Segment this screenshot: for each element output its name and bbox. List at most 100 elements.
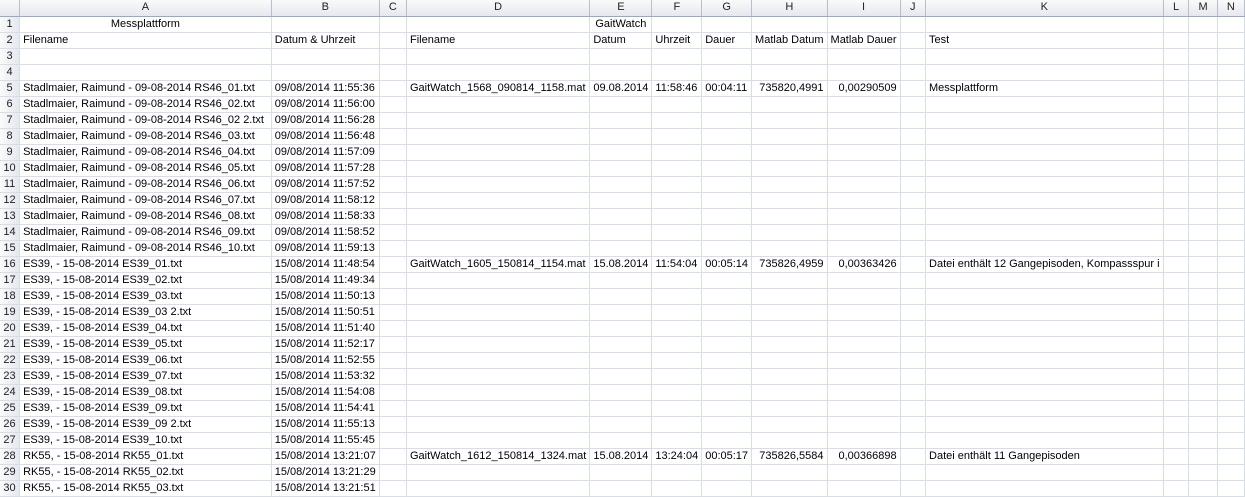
cell-f17[interactable] xyxy=(651,272,703,289)
cell-f11[interactable] xyxy=(651,176,703,193)
cell-e30[interactable] xyxy=(589,480,653,497)
cell-e28[interactable]: 15.08.2014 xyxy=(589,448,653,465)
cell-b5[interactable]: 09/08/2014 11:55:36 xyxy=(271,80,380,97)
cell-h9[interactable] xyxy=(751,144,828,161)
cell-e21[interactable] xyxy=(589,336,653,353)
cell-g9[interactable] xyxy=(701,144,753,161)
row-header[interactable]: 5 xyxy=(0,80,21,97)
cell-i15[interactable] xyxy=(827,240,901,257)
cell-b19[interactable]: 15/08/2014 11:50:51 xyxy=(271,304,380,321)
cell-n10[interactable] xyxy=(1217,160,1245,177)
cell-e5[interactable]: 09.08.2014 xyxy=(589,80,653,97)
cell-f20[interactable] xyxy=(651,320,703,337)
cell-a24[interactable]: ES39, - 15-08-2014 ES39_08.txt xyxy=(19,384,272,401)
row-header[interactable]: 19 xyxy=(0,304,21,321)
cell-f2[interactable]: Uhrzeit xyxy=(651,32,703,49)
cell-c13[interactable] xyxy=(379,208,407,225)
cell-b23[interactable]: 15/08/2014 11:53:32 xyxy=(271,368,380,385)
cell-g27[interactable] xyxy=(701,432,753,449)
cell-m6[interactable] xyxy=(1188,96,1218,113)
cell-d8[interactable] xyxy=(406,128,591,145)
cell-j15[interactable] xyxy=(900,240,927,257)
cell-k11[interactable] xyxy=(925,176,1164,193)
cell-k26[interactable] xyxy=(925,416,1164,433)
cell-g26[interactable] xyxy=(701,416,753,433)
row-header[interactable]: 23 xyxy=(0,368,21,385)
cell-e10[interactable] xyxy=(589,160,653,177)
cell-l16[interactable] xyxy=(1163,256,1190,273)
cell-m28[interactable] xyxy=(1188,448,1218,465)
cell-e19[interactable] xyxy=(589,304,653,321)
cell-c7[interactable] xyxy=(379,112,407,129)
cell-f29[interactable] xyxy=(651,464,703,481)
row-header[interactable]: 11 xyxy=(0,176,21,193)
cell-g8[interactable] xyxy=(701,128,753,145)
cell-d3[interactable] xyxy=(406,48,591,65)
cell-k20[interactable] xyxy=(925,320,1164,337)
cell-c14[interactable] xyxy=(379,224,407,241)
cell-a3[interactable] xyxy=(19,48,272,65)
cell-g10[interactable] xyxy=(701,160,753,177)
cell-a26[interactable]: ES39, - 15-08-2014 ES39_09 2.txt xyxy=(19,416,272,433)
cell-i18[interactable] xyxy=(827,288,901,305)
cell-l13[interactable] xyxy=(1163,208,1190,225)
cell-l22[interactable] xyxy=(1163,352,1190,369)
cell-f22[interactable] xyxy=(651,352,703,369)
cell-k29[interactable] xyxy=(925,464,1164,481)
cell-i25[interactable] xyxy=(827,400,901,417)
cell-c28[interactable] xyxy=(379,448,407,465)
cell-n4[interactable] xyxy=(1217,64,1245,81)
cell-j7[interactable] xyxy=(900,112,927,129)
cell-j22[interactable] xyxy=(900,352,927,369)
cell-i13[interactable] xyxy=(827,208,901,225)
cell-a21[interactable]: ES39, - 15-08-2014 ES39_05.txt xyxy=(19,336,272,353)
cell-n22[interactable] xyxy=(1217,352,1245,369)
cell-j21[interactable] xyxy=(900,336,927,353)
cell-i17[interactable] xyxy=(827,272,901,289)
cell-a18[interactable]: ES39, - 15-08-2014 ES39_03.txt xyxy=(19,288,272,305)
cell-n11[interactable] xyxy=(1217,176,1245,193)
cell-c4[interactable] xyxy=(379,64,407,81)
cell-m25[interactable] xyxy=(1188,400,1218,417)
row-header[interactable]: 8 xyxy=(0,128,21,145)
row-header[interactable]: 4 xyxy=(0,64,21,81)
cell-h7[interactable] xyxy=(751,112,828,129)
cell-d19[interactable] xyxy=(406,304,591,321)
cell-n13[interactable] xyxy=(1217,208,1245,225)
row-header[interactable]: 12 xyxy=(0,192,21,209)
cell-i2[interactable]: Matlab Dauer xyxy=(827,32,901,49)
row-header[interactable]: 28 xyxy=(0,448,21,465)
cell-g16[interactable]: 00:05:14 xyxy=(701,256,753,273)
cell-i6[interactable] xyxy=(827,96,901,113)
cell-i21[interactable] xyxy=(827,336,901,353)
cell-b20[interactable]: 15/08/2014 11:51:40 xyxy=(271,320,380,337)
cell-n21[interactable] xyxy=(1217,336,1245,353)
cell-g30[interactable] xyxy=(701,480,753,497)
cell-d7[interactable] xyxy=(406,112,591,129)
cell-m11[interactable] xyxy=(1188,176,1218,193)
cell-k24[interactable] xyxy=(925,384,1164,401)
cell-d24[interactable] xyxy=(406,384,591,401)
cell-k16[interactable]: Datei enthält 12 Gangepisoden, Kompasssp… xyxy=(925,256,1164,273)
cell-j18[interactable] xyxy=(900,288,927,305)
cell-e8[interactable] xyxy=(589,128,653,145)
cell-i27[interactable] xyxy=(827,432,901,449)
cell-i4[interactable] xyxy=(827,64,901,81)
cell-m18[interactable] xyxy=(1188,288,1218,305)
cell-d26[interactable] xyxy=(406,416,591,433)
row-header[interactable]: 21 xyxy=(0,336,21,353)
cell-a17[interactable]: ES39, - 15-08-2014 ES39_02.txt xyxy=(19,272,272,289)
cell-l9[interactable] xyxy=(1163,144,1190,161)
cell-j3[interactable] xyxy=(900,48,927,65)
cell-f21[interactable] xyxy=(651,336,703,353)
cell-b21[interactable]: 15/08/2014 11:52:17 xyxy=(271,336,380,353)
cell-j14[interactable] xyxy=(900,224,927,241)
cell-k2[interactable]: Test xyxy=(925,32,1164,49)
cell-j27[interactable] xyxy=(900,432,927,449)
cell-m22[interactable] xyxy=(1188,352,1218,369)
cell-e4[interactable] xyxy=(589,64,653,81)
cell-k4[interactable] xyxy=(925,64,1164,81)
cell-n12[interactable] xyxy=(1217,192,1245,209)
cell-h23[interactable] xyxy=(751,368,828,385)
cell-a13[interactable]: Stadlmaier, Raimund - 09-08-2014 RS46_08… xyxy=(19,208,272,225)
